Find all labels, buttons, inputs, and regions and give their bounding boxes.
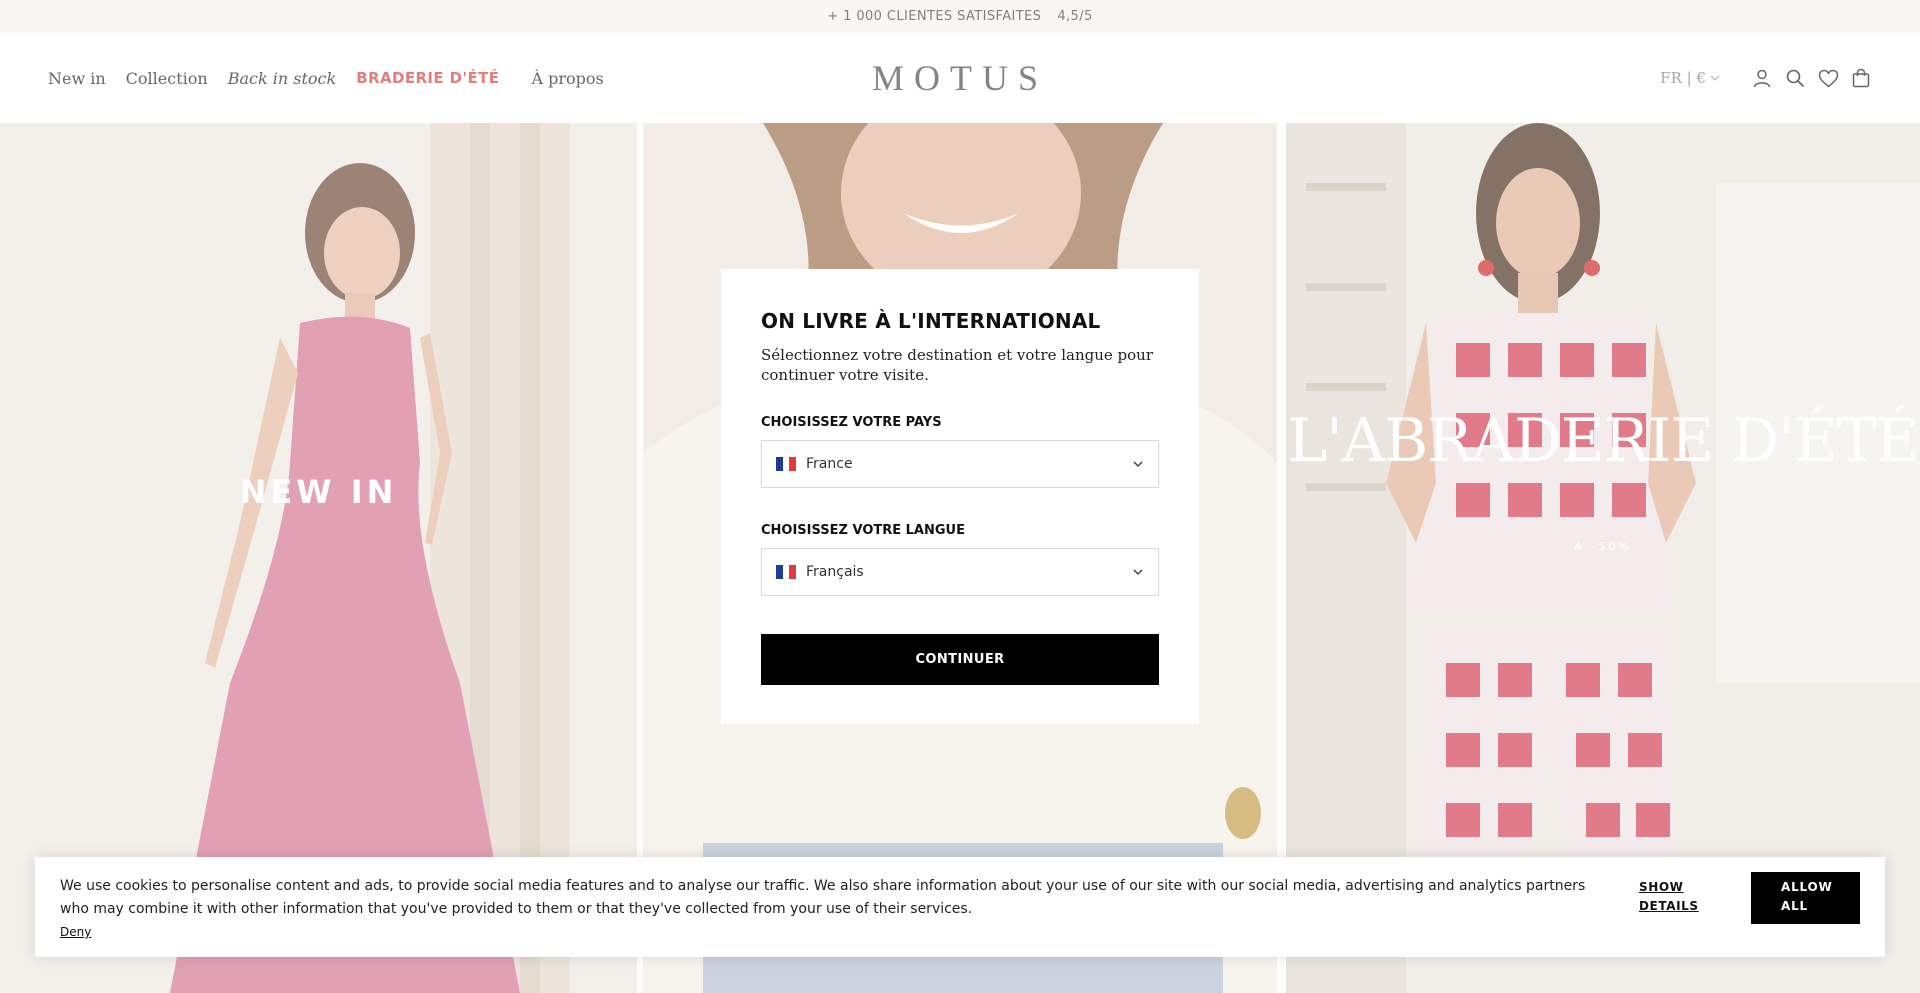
modal-title: ON LIVRE À L'INTERNATIONAL [761, 309, 1101, 333]
cookie-show-details-link[interactable]: SHOW DETAILS [1639, 878, 1719, 916]
international-shipping-modal: ON LIVRE À L'INTERNATIONAL Sélectionnez … [721, 269, 1199, 724]
country-select[interactable]: France [761, 440, 1159, 488]
language-label: CHOISISSEZ VOTRE LANGUE [761, 523, 965, 538]
continue-button[interactable]: CONTINUER [761, 634, 1159, 685]
france-flag-icon [776, 565, 797, 579]
modal-description: Sélectionnez votre destination et votre … [761, 346, 1153, 384]
country-label: CHOISISSEZ VOTRE PAYS [761, 415, 942, 430]
chevron-down-icon [1133, 569, 1143, 575]
cookie-allow-all-button[interactable]: ALLOW ALL [1751, 872, 1860, 924]
language-select-value: Français [806, 564, 864, 580]
france-flag-icon [776, 457, 797, 471]
chevron-down-icon [1133, 461, 1143, 467]
country-select-value: France [806, 456, 853, 472]
cookie-deny-link[interactable]: Deny [60, 925, 91, 939]
cookie-text: We use cookies to personalise content an… [60, 878, 1586, 917]
cookie-banner: We use cookies to personalise content an… [35, 857, 1885, 957]
language-select[interactable]: Français [761, 548, 1159, 596]
